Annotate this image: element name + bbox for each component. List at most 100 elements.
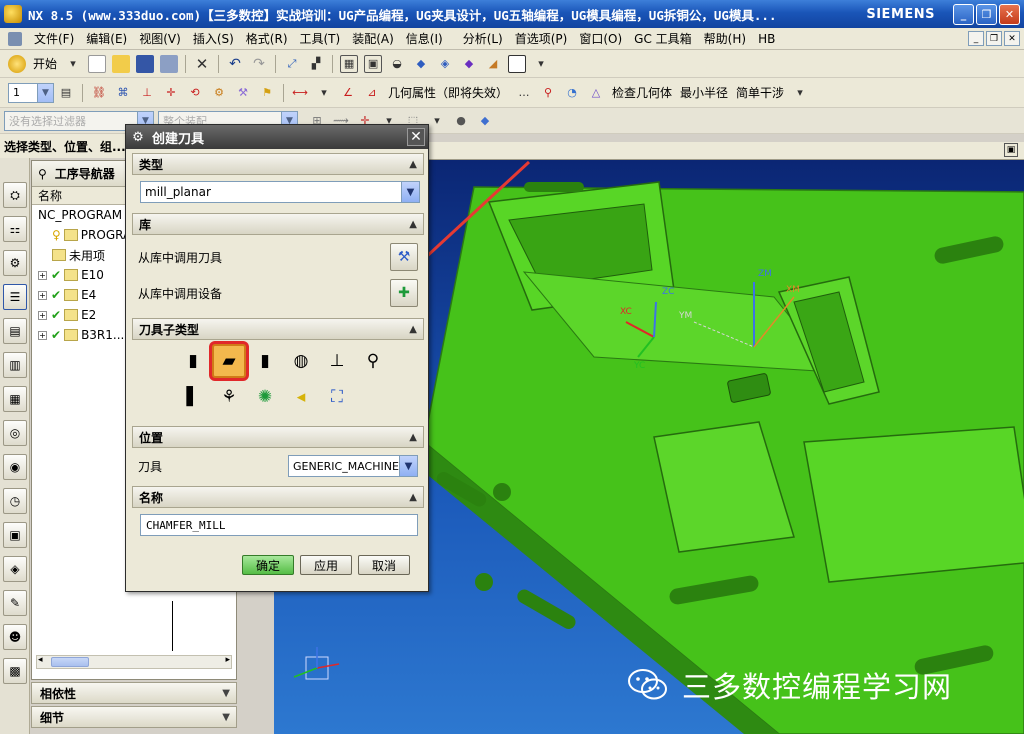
menu-analysis[interactable]: 分析(L) <box>457 30 509 47</box>
reuse-library-tab[interactable]: ▥ <box>3 352 27 378</box>
expand-icon[interactable]: + <box>38 310 47 320</box>
chevron-down-icon[interactable]: ▼ <box>401 182 419 202</box>
library-group-header[interactable]: 库 ▲ <box>132 213 424 235</box>
probe-icon[interactable]: ⚘ <box>212 380 246 414</box>
part-navigator-tab[interactable]: ⚙ <box>3 250 27 276</box>
retrieve-tool-button[interactable]: ⚒ <box>390 243 418 271</box>
tool-parent-select[interactable]: GENERIC_MACHINE ▼ <box>288 455 418 477</box>
view-cube-icon[interactable]: ◆ <box>476 112 494 130</box>
dependencies-panel[interactable]: 相依性 ▼ <box>31 682 237 704</box>
wcs-rotate-icon[interactable]: ⟲ <box>186 84 204 102</box>
restore-button[interactable]: ❐ <box>976 3 997 25</box>
measure-options-icon[interactable]: ▾ <box>315 84 333 102</box>
coordinate-icon[interactable]: ⊥ <box>138 84 156 102</box>
constraint-navigator-tab[interactable]: ⚏ <box>3 216 27 242</box>
edge-highlight-icon[interactable]: ◢ <box>484 55 502 73</box>
selection-tool-icon[interactable]: ⤢ <box>283 55 301 73</box>
dialog-title-bar[interactable]: ⚙ 创建刀具 ✕ <box>126 125 428 149</box>
new-file-icon[interactable] <box>88 54 107 73</box>
position-group-header[interactable]: 位置 ▲ <box>132 426 424 448</box>
start-icon[interactable] <box>8 54 26 73</box>
menu-assembly[interactable]: 装配(A) <box>346 30 400 47</box>
layer-settings-icon[interactable]: ▤ <box>57 84 75 102</box>
name-group-header[interactable]: 名称 ▲ <box>132 486 424 508</box>
barrel-cutter-icon[interactable]: ⚲ <box>356 344 390 378</box>
tool-holder-icon[interactable]: ◂ <box>284 380 318 414</box>
select-options-icon[interactable]: ▾ <box>428 112 446 130</box>
menu-info[interactable]: 信息(I) <box>400 30 449 47</box>
wcs-dynamic-icon[interactable]: ⚒ <box>234 84 252 102</box>
apply-button[interactable]: 应用 <box>300 555 352 575</box>
sketch-icon[interactable]: ⌘ <box>114 84 132 102</box>
ball-mill-icon[interactable]: ▮ <box>248 344 282 378</box>
scroll-right-icon[interactable]: ▸ <box>225 655 230 665</box>
undo-icon[interactable]: ↶ <box>226 55 244 73</box>
collapse-icon[interactable]: ▲ <box>409 219 417 230</box>
pin-icon[interactable]: ⚲ <box>38 167 47 181</box>
redo-icon[interactable]: ↷ <box>250 55 268 73</box>
gear-icon[interactable]: ⚙ <box>130 130 146 145</box>
retrieve-device-button[interactable]: ✚ <box>390 279 418 307</box>
save-icon[interactable] <box>136 54 155 73</box>
web-browser-tab[interactable]: ◉ <box>3 454 27 480</box>
start-menu-label[interactable]: 开始 <box>33 55 57 72</box>
operation-navigator-tab[interactable]: ☰ <box>3 284 27 310</box>
chamfer-mill-icon[interactable]: ▰ <box>212 344 246 378</box>
manufacturing-wizard-tab[interactable]: ✎ <box>3 590 27 616</box>
render-style-icon[interactable]: ◒ <box>388 55 406 73</box>
system-materials-tab[interactable]: ◷ <box>3 488 27 514</box>
chevron-down-icon[interactable]: ▼ <box>222 688 230 699</box>
type-group-header[interactable]: 类型 ▲ <box>132 153 424 175</box>
more-options-icon[interactable]: … <box>515 84 533 102</box>
menu-help[interactable]: 帮助(H) <box>698 30 752 47</box>
shaded-cube-icon[interactable]: ◆ <box>460 55 478 73</box>
doc-minimize-icon[interactable]: _ <box>968 31 984 46</box>
t-cutter-icon[interactable]: ⊥ <box>320 344 354 378</box>
toolbar-options-icon[interactable]: ▾ <box>791 84 809 102</box>
menu-file[interactable]: 文件(F) <box>28 30 80 47</box>
assembly-navigator-tab[interactable]: ⛭ <box>3 182 27 208</box>
view-triad-icon[interactable]: ▞ <box>307 55 325 73</box>
role-tab[interactable]: ▦ <box>3 386 27 412</box>
menu-tools[interactable]: 工具(T) <box>294 30 347 47</box>
wcs-display-icon[interactable]: ⚑ <box>258 84 276 102</box>
simple-interference-label[interactable]: 简单干涉 <box>736 84 784 101</box>
measure-distance-icon[interactable]: ⟷ <box>291 84 309 102</box>
roles-tab[interactable]: ☻ <box>3 624 27 650</box>
chevron-down-icon[interactable]: ▼ <box>222 712 230 723</box>
section-icon[interactable]: ◔ <box>563 84 581 102</box>
turret-icon[interactable]: ✺ <box>248 380 282 414</box>
toolbar-options-icon[interactable]: ▾ <box>532 55 550 73</box>
save-as-icon[interactable] <box>160 54 179 73</box>
menu-edit[interactable]: 编辑(E) <box>80 30 133 47</box>
collapse-icon[interactable]: ▲ <box>409 324 417 335</box>
fit-view-icon[interactable]: ▣ <box>364 54 383 73</box>
dropdown-arrow-icon[interactable]: ▾ <box>64 55 82 73</box>
orientation-icon[interactable]: ◈ <box>436 55 454 73</box>
measure-body-icon[interactable]: ⚲ <box>539 84 557 102</box>
open-folder-icon[interactable] <box>112 54 131 73</box>
menu-hb[interactable]: HB <box>752 32 781 46</box>
type-select[interactable]: mill_planar ▼ <box>140 181 420 203</box>
expand-icon[interactable]: + <box>38 270 47 280</box>
expand-icon[interactable]: + <box>38 290 47 300</box>
chain-icon[interactable]: ⛓ <box>90 84 108 102</box>
delete-icon[interactable]: ✕ <box>193 55 211 73</box>
process-studio-tab[interactable]: ▣ <box>3 522 27 548</box>
check-geometry-label[interactable]: 检查几何体 <box>612 84 672 101</box>
menu-window[interactable]: 窗口(O) <box>573 30 628 47</box>
palette-tab[interactable]: ▩ <box>3 658 27 684</box>
horizontal-scrollbar[interactable]: ◂ ▸ <box>36 655 232 669</box>
minimize-button[interactable]: _ <box>953 3 974 25</box>
mill-tool-icon[interactable]: ▮ <box>176 344 210 378</box>
chevron-down-icon[interactable]: ▼ <box>37 83 53 102</box>
collapse-icon[interactable]: ▲ <box>409 492 417 503</box>
doc-restore-icon[interactable]: ❐ <box>986 31 1002 46</box>
cube-view-icon[interactable]: ◆ <box>412 55 430 73</box>
measure-angle-icon[interactable]: ∠ <box>339 84 357 102</box>
close-icon[interactable]: ✕ <box>407 128 425 146</box>
background-icon[interactable] <box>508 54 527 73</box>
machine-tool-navigator-tab[interactable]: ▤ <box>3 318 27 344</box>
wcs-origin-icon[interactable]: ✛ <box>162 84 180 102</box>
spherical-mill-icon[interactable]: ◍ <box>284 344 318 378</box>
